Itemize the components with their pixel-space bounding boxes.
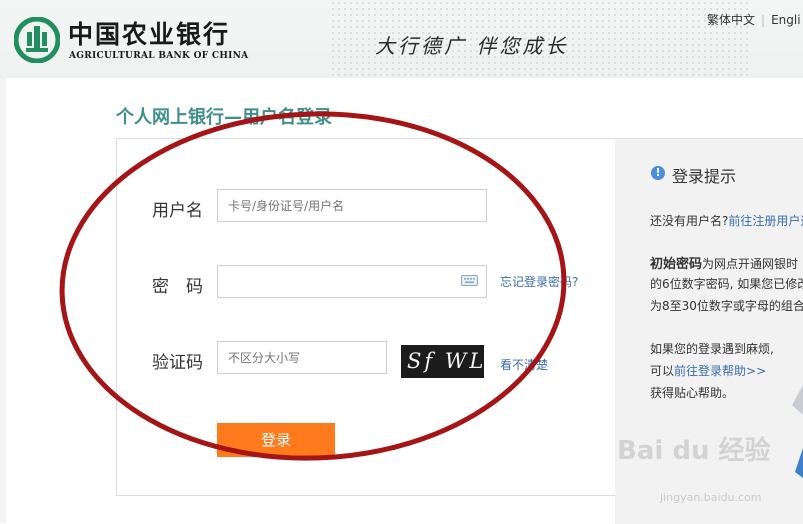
lang-english-link[interactable]: Engli xyxy=(771,13,800,27)
captcha-refresh-link[interactable]: 看不清楚 xyxy=(500,356,548,373)
soft-keyboard-icon[interactable] xyxy=(461,275,478,286)
initial-password-text1: 为网点开通网银时 xyxy=(702,257,799,271)
username-label: 用户名 xyxy=(152,201,203,221)
header-bar: 中国农业银行 AGRICULTURAL BANK OF CHINA 大行德广 伴… xyxy=(0,0,803,78)
page-title: 个人网上银行—用户名登录 xyxy=(116,107,332,128)
initial-password-line2: 的6位数字密码, 如果您已修改 xyxy=(650,277,803,291)
captcha-label: 验证码 xyxy=(152,353,203,373)
captcha-input[interactable] xyxy=(217,341,387,374)
slogan: 大行德广 伴您成长 xyxy=(375,34,569,58)
abc-logo-icon[interactable] xyxy=(14,17,60,63)
password-input[interactable] xyxy=(217,265,487,298)
trouble-line3: 获得贴心帮助。 xyxy=(650,386,735,400)
initial-password-line1: 初始密码为网点开通网银时 xyxy=(650,253,798,272)
initial-password-bold: 初始密码 xyxy=(650,257,703,272)
lang-separator: | xyxy=(761,13,766,27)
tips-title: 登录提示 xyxy=(672,167,737,186)
login-help-link[interactable]: 前往登录帮助>> xyxy=(674,364,766,378)
brand-name-en: AGRICULTURAL BANK OF CHINA xyxy=(69,51,249,61)
trouble-line2: 可以前往登录帮助>> xyxy=(650,362,766,379)
device-graphic-icon xyxy=(792,385,803,415)
username-input[interactable] xyxy=(217,189,487,222)
trouble-prefix: 可以 xyxy=(650,364,675,378)
register-link[interactable]: 前往注册用户通 xyxy=(728,214,803,228)
password-label: 密 码 xyxy=(152,277,203,297)
baidu-watermark-url: jingyan.baidu.com xyxy=(660,491,762,504)
lang-traditional-link[interactable]: 繁体中文 xyxy=(707,13,755,27)
login-button[interactable]: 登录 xyxy=(217,423,335,457)
forgot-password-link[interactable]: 忘记登录密码? xyxy=(500,273,578,290)
page-left-edge xyxy=(0,78,6,523)
device-graphic-icon-2 xyxy=(795,448,803,478)
baidu-watermark: Bai du 经验 xyxy=(617,436,771,466)
initial-password-line3: 为8至30位数字或字母的组合 xyxy=(650,299,803,313)
trouble-line1: 如果您的登录遇到麻烦, xyxy=(650,342,774,356)
captcha-text: Sf WL xyxy=(407,349,484,373)
register-hint-text: 还没有用户名? xyxy=(650,214,729,228)
captcha-image[interactable]: Sf WL xyxy=(401,345,484,378)
info-icon: ! xyxy=(651,166,665,180)
register-hint: 还没有用户名?前往注册用户通 xyxy=(650,212,803,229)
language-switcher: 繁体中文 | Engli xyxy=(707,11,801,28)
brand-name-cn: 中国农业银行 xyxy=(68,20,231,49)
